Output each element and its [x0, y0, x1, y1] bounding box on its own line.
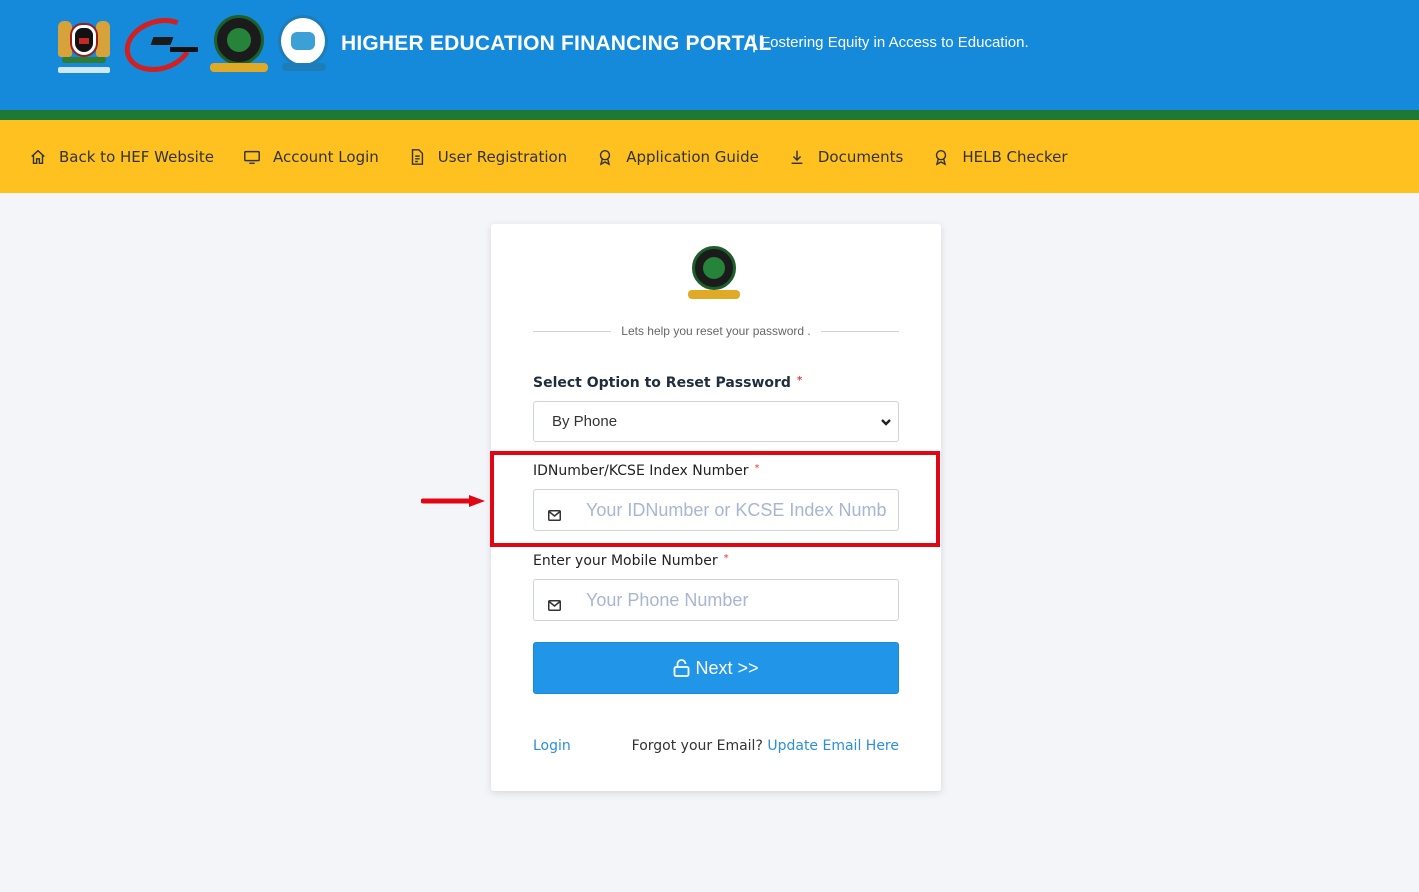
reset-option-label: Select Option to Reset Password *	[533, 375, 803, 391]
document-icon	[407, 147, 427, 167]
header-green-stripe	[0, 110, 1419, 120]
nav-label: Back to HEF Website	[59, 147, 214, 166]
nav-helb-checker[interactable]: HELB Checker	[931, 147, 1068, 167]
mobile-number-input[interactable]	[586, 580, 886, 620]
nav-documents[interactable]: Documents	[787, 147, 904, 167]
helb-card-logo	[688, 246, 742, 302]
next-button[interactable]: Next >>	[533, 642, 899, 694]
nav-label: Documents	[817, 147, 904, 166]
update-email-link[interactable]: Update Email Here	[767, 738, 899, 754]
site-tagline: Fostering Equity in Access to Education.	[761, 34, 1029, 51]
forgot-email-text: Forgot your Email?	[631, 738, 763, 754]
nav-account-login[interactable]: Account Login	[242, 147, 379, 167]
required-mark: *	[796, 375, 803, 386]
forgot-email-row: Forgot your Email? Update Email Here	[632, 738, 899, 754]
award-icon	[931, 147, 951, 167]
universities-fund-logo	[117, 9, 202, 81]
nav-user-registration[interactable]: User Registration	[407, 147, 567, 167]
next-button-label: Next >>	[695, 657, 759, 678]
site-title: HIGHER EDUCATION FINANCING PORTAL	[341, 32, 772, 55]
award-icon	[595, 147, 615, 167]
unlock-icon	[673, 659, 691, 677]
home-icon	[28, 147, 48, 167]
id-field-highlight-box	[490, 451, 940, 547]
envelope-icon	[548, 596, 562, 611]
helb-logo	[210, 15, 268, 75]
monitor-icon	[242, 147, 262, 167]
site-header: HIGHER EDUCATION FINANCING PORTAL | Fost…	[0, 0, 1419, 110]
mobile-number-label: Enter your Mobile Number *	[533, 553, 729, 569]
nav-back-to-hef-website[interactable]: Back to HEF Website	[28, 147, 214, 167]
download-icon	[787, 147, 807, 167]
reset-option-value: By Phone	[552, 413, 618, 430]
pointer-arrow-icon	[421, 495, 485, 507]
mobile-number-field	[533, 579, 899, 621]
nav-label: User Registration	[437, 147, 568, 166]
nav-label: HELB Checker	[962, 147, 1068, 166]
kenya-coat-of-arms-logo	[56, 15, 112, 75]
reset-option-select[interactable]: By Phone	[533, 401, 899, 442]
nav-application-guide[interactable]: Application Guide	[595, 147, 759, 167]
university-logo	[276, 15, 330, 75]
header-logos	[56, 9, 330, 81]
reset-subtitle-divider: Lets help you reset your password .	[533, 322, 899, 340]
main-nav: Back to HEF Website Account Login User R…	[0, 120, 1419, 193]
required-mark: *	[723, 553, 729, 564]
reset-subtitle: Lets help you reset your password .	[621, 324, 811, 338]
login-link[interactable]: Login	[533, 738, 571, 754]
chevron-down-icon	[880, 415, 892, 427]
nav-label: Account Login	[272, 147, 379, 166]
title-separator: |	[751, 32, 758, 53]
nav-label: Application Guide	[626, 147, 759, 166]
